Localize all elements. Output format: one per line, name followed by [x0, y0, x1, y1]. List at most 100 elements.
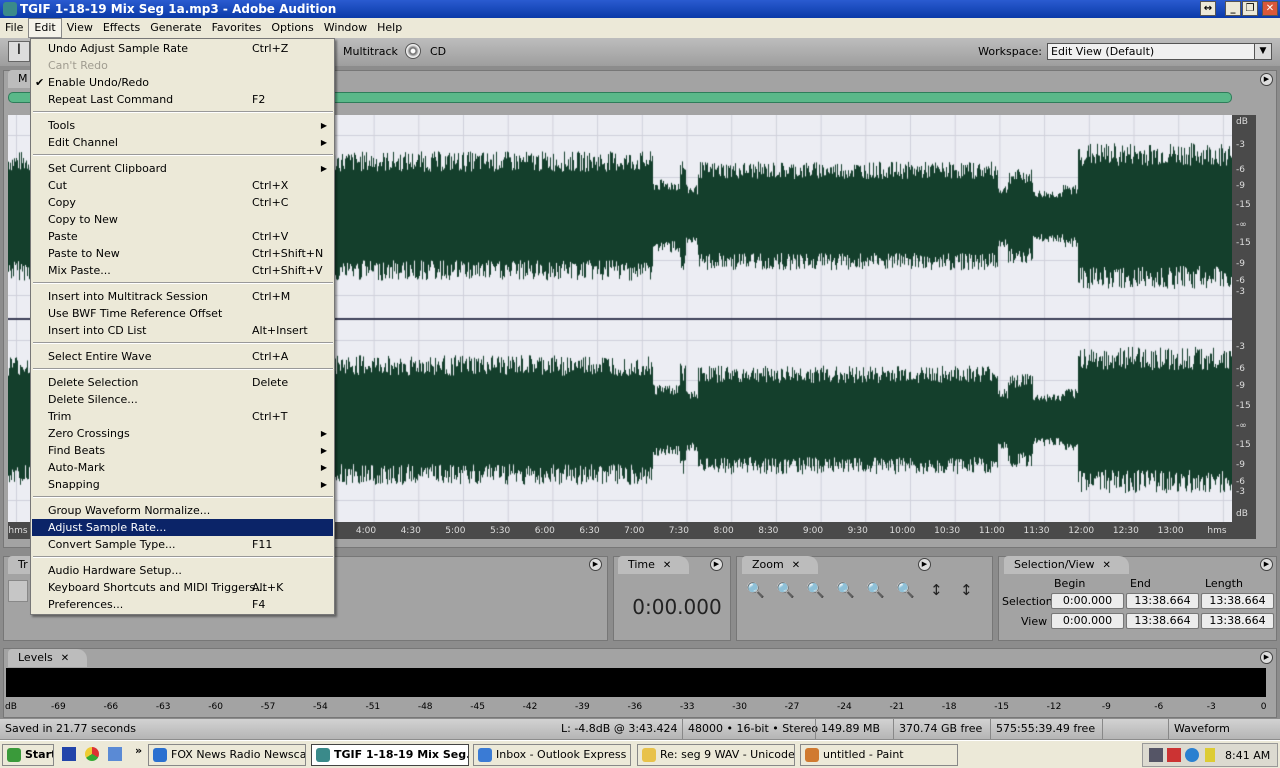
teamviewer-icon[interactable]	[1185, 748, 1199, 762]
zoom-left-edge-icon[interactable]: 🔍	[866, 581, 885, 599]
menu-item[interactable]: Undo Adjust Sample Rate Ctrl+Z	[32, 40, 333, 57]
level-tick-label: -63	[155, 702, 171, 712]
menu-item[interactable]: Tools ▶	[32, 117, 333, 134]
menu-item[interactable]: Find Beats ▶	[32, 442, 333, 459]
menu-item-label: Select Entire Wave	[48, 350, 152, 363]
tray-icon[interactable]	[1205, 748, 1215, 762]
menu-item[interactable]: Preferences... F4	[32, 596, 333, 613]
menu-item[interactable]: Insert into Multitrack Session Ctrl+M	[32, 288, 333, 305]
menu-item[interactable]: ✔ Enable Undo/Redo	[32, 74, 333, 91]
taskbar-item[interactable]: FOX News Radio Newsca...	[148, 744, 306, 766]
view-length-field[interactable]: 13:38.664	[1201, 613, 1274, 629]
app-icon	[153, 748, 167, 762]
menu-edit[interactable]: Edit	[28, 18, 62, 38]
menu-file[interactable]: File	[0, 18, 28, 38]
panel-menu-button[interactable]: ▶	[589, 558, 602, 571]
menu-item[interactable]: Set Current Clipboard ▶	[32, 160, 333, 177]
zoom-out-horizontal-icon[interactable]: 🔍	[776, 581, 795, 599]
tab-zoom[interactable]: Zoom ✕	[742, 556, 819, 574]
zoom-in-horizontal-icon[interactable]: 🔍	[746, 581, 765, 599]
menu-favorites[interactable]: Favorites	[207, 18, 267, 38]
taskbar-item[interactable]: TGIF 1-18-19 Mix Seg...	[311, 744, 469, 766]
maximize-button[interactable]: ❐	[1242, 1, 1258, 16]
zoom-to-selection-icon[interactable]: 🔍	[836, 581, 855, 599]
cd-icon[interactable]	[405, 43, 421, 59]
menu-item[interactable]: Cut Ctrl+X	[32, 177, 333, 194]
timeline-tick-label: 7:30	[668, 526, 689, 536]
zoom-out-vertical-icon[interactable]: ↕	[960, 581, 973, 599]
zoom-right-edge-icon[interactable]: 🔍	[896, 581, 915, 599]
stop-button[interactable]	[8, 580, 28, 602]
selection-length-field[interactable]: 13:38.664	[1201, 593, 1274, 609]
minimize-button[interactable]: _	[1225, 1, 1241, 16]
zoom-out-full-icon[interactable]: 🔍	[806, 581, 825, 599]
multitrack-view-button[interactable]: Multitrack	[343, 45, 398, 58]
panel-menu-button[interactable]: ▶	[918, 558, 931, 571]
close-icon[interactable]: ✕	[61, 653, 69, 664]
menu-item[interactable]: Paste Ctrl+V	[32, 228, 333, 245]
menu-window[interactable]: Window	[319, 18, 372, 38]
menu-item[interactable]: Delete Selection Delete	[32, 374, 333, 391]
workspace-dropdown[interactable]: Edit View (Default)	[1047, 43, 1272, 60]
menu-item-label: Mix Paste...	[48, 264, 111, 277]
menu-item[interactable]: Keyboard Shortcuts and MIDI Triggers... A…	[32, 579, 333, 596]
menu-item[interactable]: Adjust Sample Rate...	[32, 519, 333, 536]
cd-view-button[interactable]: CD	[430, 45, 446, 58]
menu-effects[interactable]: Effects	[98, 18, 145, 38]
start-button[interactable]: Start	[2, 744, 54, 766]
panel-menu-button[interactable]: ▶	[1260, 651, 1273, 664]
menu-item[interactable]: Copy to New	[32, 211, 333, 228]
menu-item[interactable]: Snapping ▶	[32, 476, 333, 493]
menu-item[interactable]: Audio Hardware Setup...	[32, 562, 333, 579]
selection-end-field[interactable]: 13:38.664	[1126, 593, 1199, 609]
menu-item[interactable]: Auto-Mark ▶	[32, 459, 333, 476]
close-icon[interactable]: ✕	[792, 560, 800, 571]
menu-item[interactable]: Can't Redo	[32, 57, 333, 74]
close-icon[interactable]: ✕	[1103, 560, 1111, 571]
menu-item[interactable]: Insert into CD List Alt+Insert	[32, 322, 333, 339]
menu-view[interactable]: View	[62, 18, 98, 38]
tab-levels[interactable]: Levels ✕	[8, 649, 88, 667]
menu-item[interactable]: Convert Sample Type... F11	[32, 536, 333, 553]
tab-selection-view[interactable]: Selection/View ✕	[1004, 556, 1129, 574]
more-quicklaunch-button[interactable]: »	[135, 744, 142, 757]
panel-menu-button[interactable]: ▶	[1260, 558, 1273, 571]
menu-help[interactable]: Help	[372, 18, 407, 38]
view-end-field[interactable]: 13:38.664	[1126, 613, 1199, 629]
network-icon[interactable]	[1149, 748, 1163, 762]
panel-menu-button[interactable]: ▶	[1260, 73, 1273, 86]
chrome-icon[interactable]	[85, 747, 99, 761]
menu-item[interactable]: Trim Ctrl+T	[32, 408, 333, 425]
tab-time[interactable]: Time ✕	[618, 556, 690, 574]
selection-begin-field[interactable]: 0:00.000	[1051, 593, 1124, 609]
close-icon[interactable]: ✕	[663, 560, 671, 571]
network-disconnected-icon[interactable]	[1167, 748, 1181, 762]
menu-item[interactable]: Repeat Last Command F2	[32, 91, 333, 108]
menu-item[interactable]: Select Entire Wave Ctrl+A	[32, 348, 333, 365]
restore-width-button[interactable]: ↔	[1200, 1, 1216, 16]
taskbar-item[interactable]: Re: seg 9 WAV - Unicode...	[637, 744, 795, 766]
quicklaunch-icon[interactable]	[62, 747, 76, 761]
app-icon	[478, 748, 492, 762]
view-begin-field[interactable]: 0:00.000	[1051, 613, 1124, 629]
menu-item[interactable]: Zero Crossings ▶	[32, 425, 333, 442]
menu-item[interactable]: Group Waveform Normalize...	[32, 502, 333, 519]
menu-options[interactable]: Options	[266, 18, 318, 38]
menu-item[interactable]: Edit Channel ▶	[32, 134, 333, 151]
quicklaunch-icon[interactable]	[108, 747, 122, 761]
menu-item[interactable]: Copy Ctrl+C	[32, 194, 333, 211]
clock: 8:41 AM	[1225, 749, 1271, 762]
workspace-label: Workspace:	[978, 45, 1042, 58]
panel-menu-button[interactable]: ▶	[710, 558, 723, 571]
menu-item[interactable]: Use BWF Time Reference Offset	[32, 305, 333, 322]
zoom-in-vertical-icon[interactable]: ↕	[930, 581, 943, 599]
menu-item[interactable]: Delete Silence...	[32, 391, 333, 408]
taskbar-item[interactable]: Inbox - Outlook Express	[473, 744, 631, 766]
taskbar-item[interactable]: untitled - Paint	[800, 744, 958, 766]
time-selection-tool-icon[interactable]: I	[8, 41, 30, 62]
title-bar: TGIF 1-18-19 Mix Seg 1a.mp3 - Adobe Audi…	[0, 0, 1280, 18]
close-button[interactable]: ✕	[1262, 1, 1278, 16]
menu-generate[interactable]: Generate	[145, 18, 206, 38]
menu-item[interactable]: Mix Paste... Ctrl+Shift+V	[32, 262, 333, 279]
menu-item[interactable]: Paste to New Ctrl+Shift+N	[32, 245, 333, 262]
